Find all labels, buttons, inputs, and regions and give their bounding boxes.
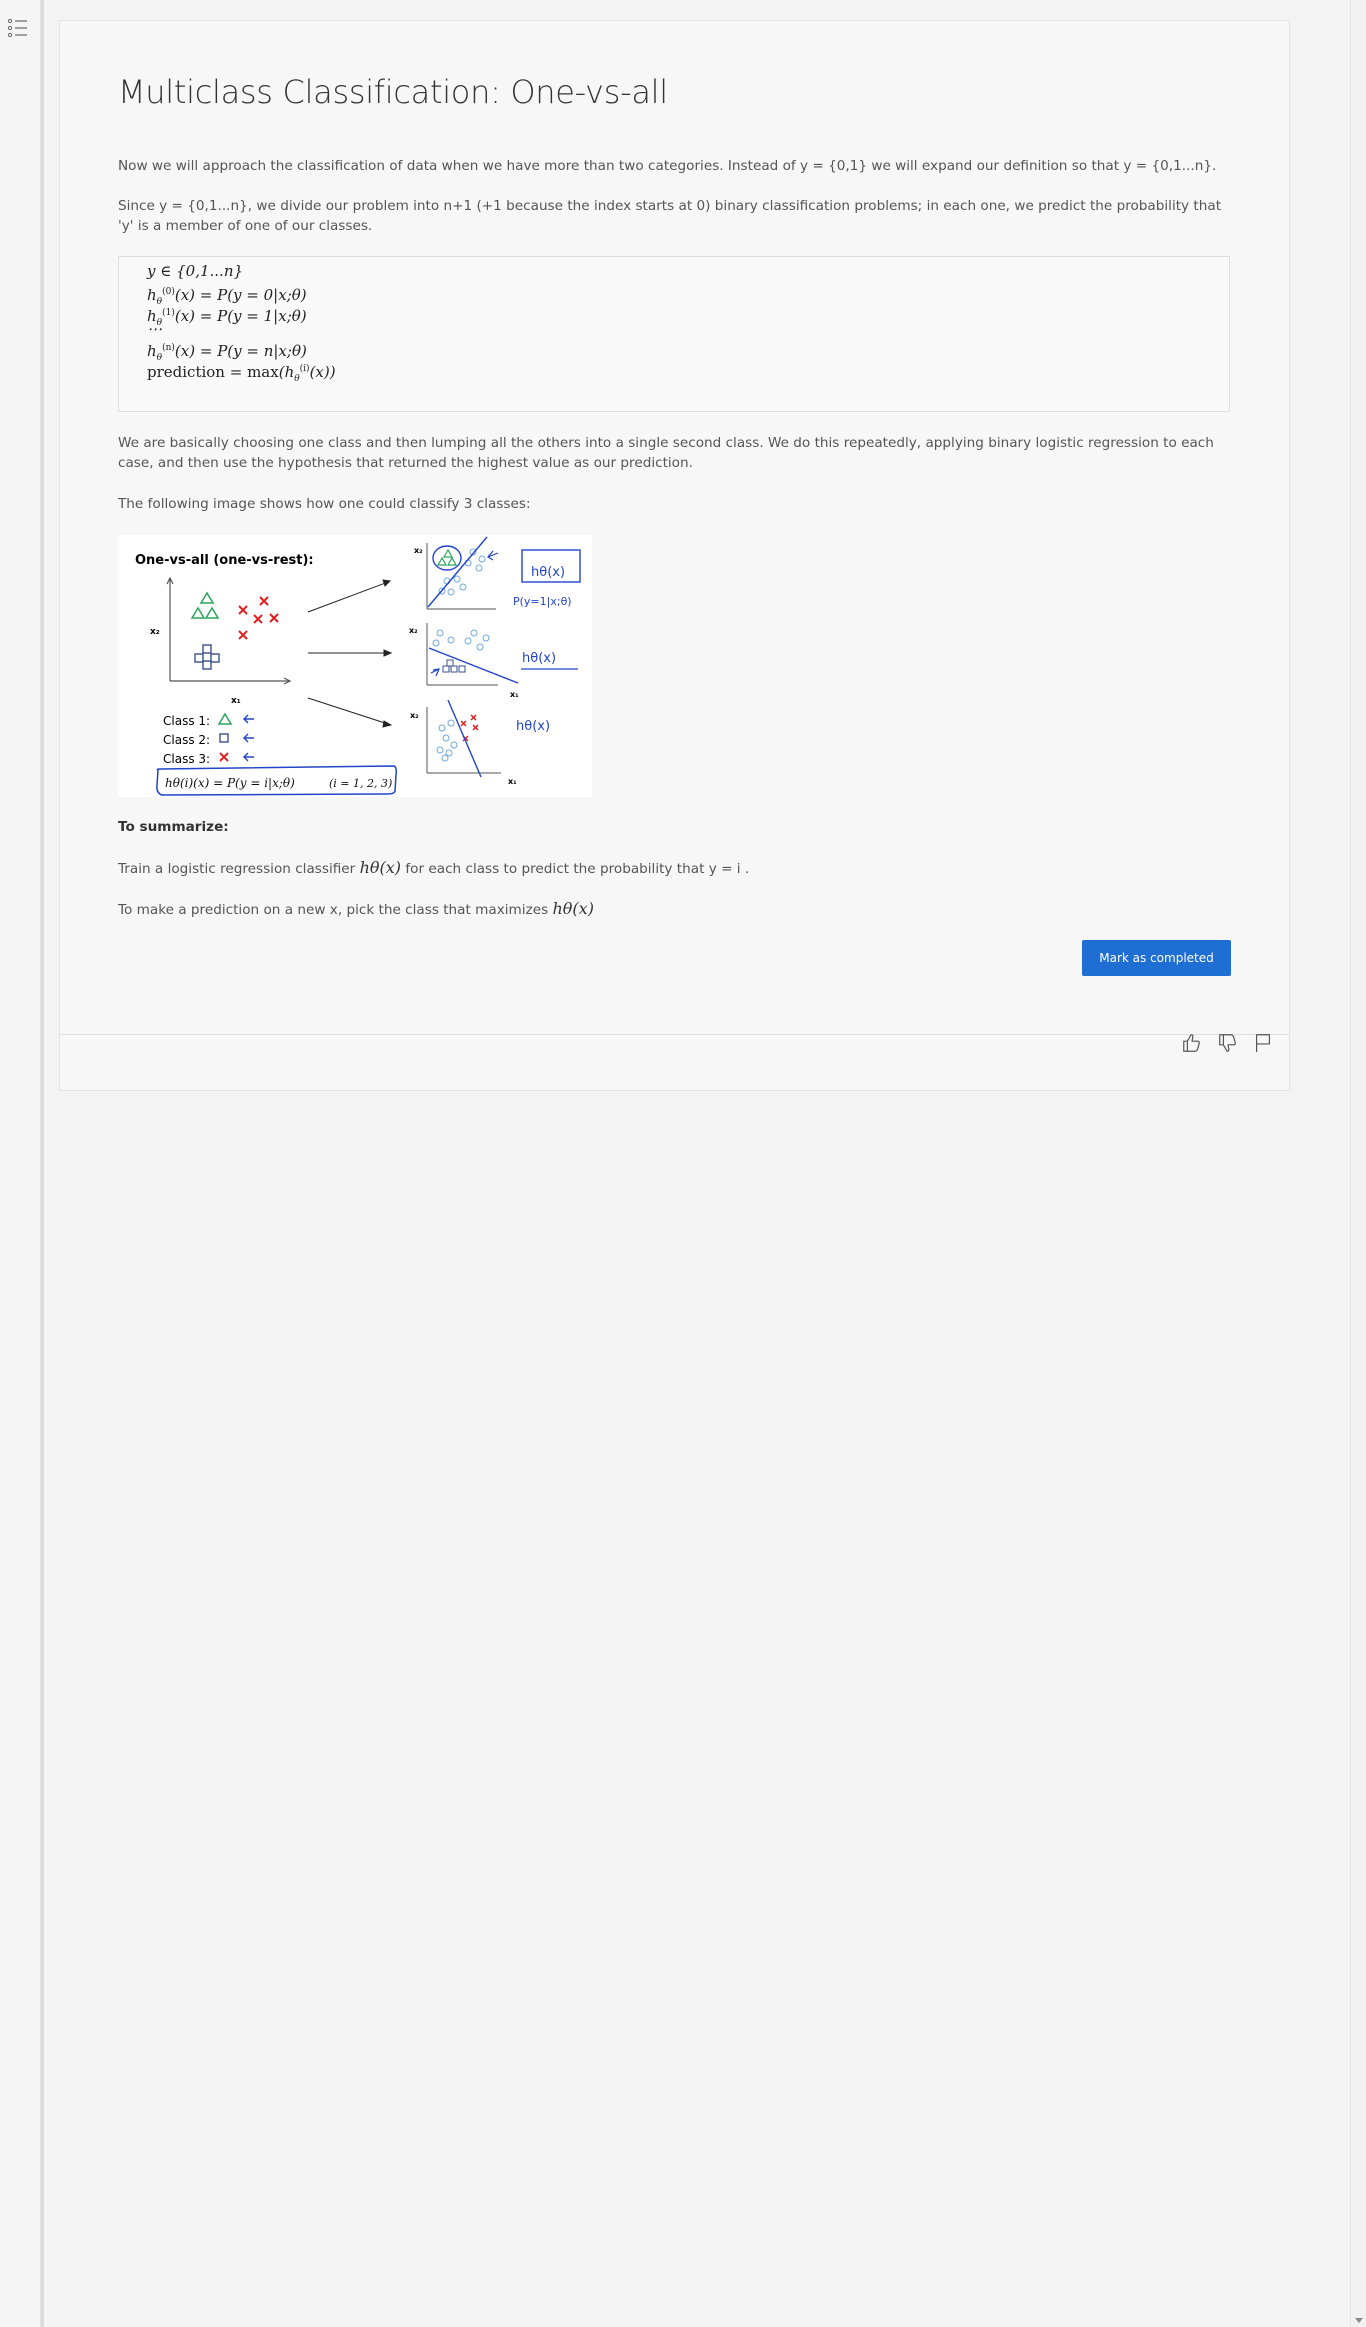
paragraph-image-intro: The following image shows how one could …	[118, 496, 531, 512]
left-rail	[0, 0, 41, 2327]
math-line-1: y ∈ {0,1...n}	[147, 262, 244, 280]
legend-class1: Class 1:	[163, 714, 210, 728]
hypothesis-range: (i = 1, 2, 3)	[329, 777, 392, 790]
svg-text:x₂: x₂	[414, 546, 423, 555]
svg-text:x₁: x₁	[510, 690, 519, 699]
legend-class2: Class 2:	[163, 733, 210, 747]
list-outline-icon[interactable]	[6, 16, 30, 40]
note-h1: hθ(x)	[531, 565, 565, 580]
summary-predict-formula: hθ(x)	[552, 899, 594, 918]
page-title: Multiclass Classification: One-vs-all	[118, 73, 668, 111]
math-line-4: ⋯	[147, 320, 162, 338]
summary-train-text: Train a logistic regression classifier	[118, 861, 356, 877]
legend-class3: Class 3:	[163, 752, 210, 766]
scroll-down-icon[interactable]	[1355, 2318, 1363, 2323]
figure-heading: One-vs-all (one-vs-rest):	[135, 553, 314, 568]
one-vs-all-figure: One-vs-all (one-vs-rest): x₂ x₁ Class 1:…	[118, 535, 592, 797]
svg-text:x₂: x₂	[410, 711, 419, 720]
lesson-content: Multiclass Classification: One-vs-all No…	[118, 73, 1230, 918]
svg-text:x₁: x₁	[508, 777, 517, 786]
math-line-2: hθ(0)(x) = P(y = 0|x;θ)	[147, 286, 307, 307]
paragraph-intro: Now we will approach the classification …	[118, 158, 1217, 174]
flag-icon[interactable]	[1252, 1032, 1274, 1054]
axis-label-x2: x₂	[150, 627, 160, 637]
left-rail-divider	[41, 0, 44, 2327]
svg-text:x₂: x₂	[409, 626, 418, 635]
scrollbar[interactable]	[1350, 0, 1366, 2327]
thumbs-up-icon[interactable]	[1181, 1032, 1203, 1054]
summary-train-formula: hθ(x)	[359, 858, 402, 877]
thumbs-down-icon[interactable]	[1217, 1032, 1239, 1054]
summary-heading: To summarize:	[118, 819, 229, 835]
mark-as-completed-button[interactable]: Mark as completed	[1082, 940, 1231, 976]
note-h3: hθ(x)	[516, 719, 550, 734]
note-h2: hθ(x)	[522, 651, 556, 666]
summary-predict-text: To make a prediction on a new x, pick th…	[118, 902, 549, 918]
summary-predict: To make a prediction on a new x, pick th…	[118, 899, 1230, 920]
math-line-3: hθ(1)(x) = P(y = 1|x;θ)	[147, 307, 307, 328]
math-line-5: hθ(n)(x) = P(y = n|x;θ)	[147, 342, 307, 363]
summary-train-text-end: for each class to predict the probabilit…	[405, 861, 750, 877]
lesson-card: Multiclass Classification: One-vs-all No…	[59, 20, 1290, 1091]
note-probability: P(y=1|x;θ)	[513, 595, 572, 608]
paragraph-lumping: We are basically choosing one class and …	[118, 435, 1214, 471]
paragraph-divide: Since y = {0,1...n}, we divide our probl…	[118, 198, 1222, 234]
card-footer	[60, 1034, 1289, 1090]
hypothesis-formula: hθ(i)(x) = P(y = i|x;θ)	[165, 776, 295, 790]
math-line-6: prediction = max(hθ(i)(x))	[147, 363, 336, 384]
summary-train: Train a logistic regression classifier h…	[118, 858, 1230, 879]
axis-label-x1: x₁	[231, 696, 241, 706]
math-block: y ∈ {0,1...n} hθ(0)(x) = P(y = 0|x;θ) hθ…	[118, 256, 1230, 412]
